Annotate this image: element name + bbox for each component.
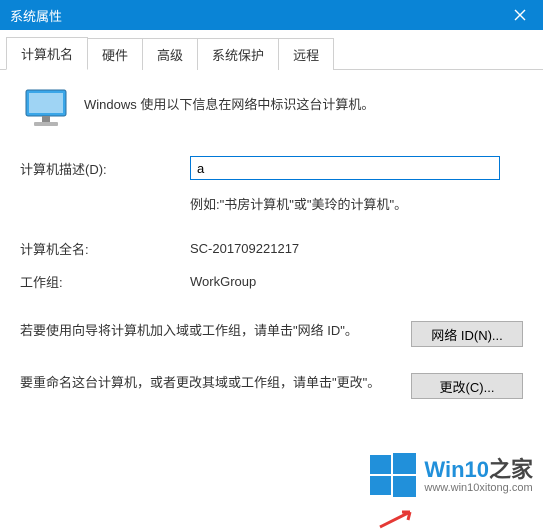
close-button[interactable] [497, 0, 543, 30]
window-title: 系统属性 [10, 6, 62, 25]
network-id-row: 若要使用向导将计算机加入域或工作组，请单击"网络 ID"。 网络 ID(N)..… [20, 321, 523, 347]
windows-logo-icon [370, 453, 416, 499]
workgroup-row: 工作组: WorkGroup [20, 272, 523, 291]
description-row: 计算机描述(D): [20, 156, 523, 180]
network-id-button[interactable]: 网络 ID(N)... [411, 321, 523, 347]
intro-text: Windows 使用以下信息在网络中标识这台计算机。 [84, 88, 374, 113]
annotation-arrow-icon [375, 509, 415, 529]
workgroup-value: WorkGroup [190, 274, 523, 289]
change-text: 要重命名这台计算机，或者更改其域或工作组，请单击"更改"。 [20, 373, 393, 394]
watermark: Win10之家 www.win10xitong.com [370, 453, 533, 499]
tab-system-protection[interactable]: 系统保护 [197, 38, 279, 70]
close-icon [514, 9, 526, 21]
tab-hardware[interactable]: 硬件 [87, 38, 143, 70]
change-row: 要重命名这台计算机，或者更改其域或工作组，请单击"更改"。 更改(C)... [20, 373, 523, 399]
tab-remote[interactable]: 远程 [278, 38, 334, 70]
tab-panel: Windows 使用以下信息在网络中标识这台计算机。 计算机描述(D): 例如:… [0, 70, 543, 443]
tab-computer-name[interactable]: 计算机名 [6, 37, 88, 70]
titlebar: 系统属性 [0, 0, 543, 30]
watermark-url: www.win10xitong.com [424, 482, 533, 494]
change-button[interactable]: 更改(C)... [411, 373, 523, 399]
description-input[interactable] [190, 156, 500, 180]
fullname-label: 计算机全名: [20, 239, 190, 258]
description-label: 计算机描述(D): [20, 159, 190, 178]
fullname-value: SC-201709221217 [190, 241, 523, 256]
intro-row: Windows 使用以下信息在网络中标识这台计算机。 [20, 88, 523, 128]
tab-strip: 计算机名 硬件 高级 系统保护 远程 [0, 30, 543, 70]
fullname-row: 计算机全名: SC-201709221217 [20, 239, 523, 258]
tab-advanced[interactable]: 高级 [142, 38, 198, 70]
watermark-brand: Win10之家 [424, 458, 533, 482]
network-id-text: 若要使用向导将计算机加入域或工作组，请单击"网络 ID"。 [20, 321, 393, 342]
workgroup-label: 工作组: [20, 272, 190, 291]
computer-icon [24, 88, 68, 128]
description-example: 例如:"书房计算机"或"美玲的计算机"。 [190, 194, 523, 213]
